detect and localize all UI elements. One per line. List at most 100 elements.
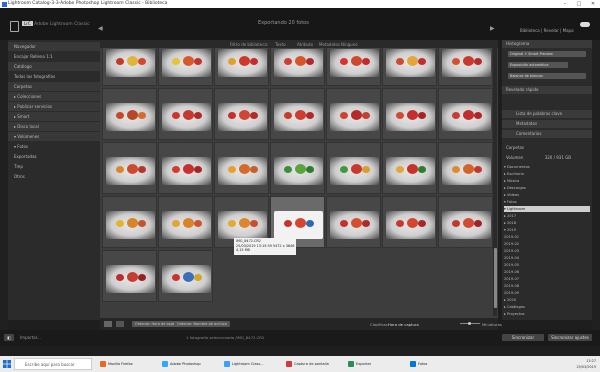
star-rating[interactable]: · · · · · [285,188,298,192]
photo-thumbnail-cell[interactable]: · · · · · [382,88,437,140]
keyword-list-header[interactable]: Lista de palabras clave [502,110,592,118]
filter-item[interactable]: Filtro de biblioteca: [230,42,268,47]
panel-toggle-button[interactable]: ◧ [4,334,14,341]
left-panel-row[interactable]: Navegador [8,42,100,51]
preview-status-field[interactable]: Original + Smart Preview [508,51,586,57]
photo-thumbnail[interactable] [330,103,379,131]
photo-thumbnail-cell[interactable]: · · · · · [158,88,213,140]
left-panel-row[interactable]: ▾ Fotos [8,142,100,151]
folder-tree-item[interactable]: ▾ Lightroom [504,206,590,212]
folder-tree-item[interactable]: ▸ Escritorio [504,171,590,177]
photo-thumbnail-cell[interactable]: · · · · · [214,142,269,194]
photo-thumbnail[interactable] [218,103,267,131]
photo-thumbnail[interactable] [274,49,323,77]
photo-thumbnail[interactable] [162,265,211,293]
left-panel-row[interactable]: ▸ Disco local [8,122,100,131]
star-rating[interactable]: · · · · · [341,80,354,84]
star-rating[interactable]: · · · · · [453,242,466,246]
photo-thumbnail[interactable] [442,211,491,239]
folder-tree-item[interactable]: 2019-04 [504,255,590,261]
minimize-button[interactable]: – [558,0,572,8]
sync-button[interactable]: Sincronizar [502,334,544,341]
taskbar-app[interactable]: Lightroom Class... [224,358,263,370]
photo-thumbnail-cell[interactable]: · · · · · [326,142,381,194]
star-rating[interactable]: · · · · · [285,80,298,84]
star-rating[interactable]: · · · · · [229,80,242,84]
photo-thumbnail[interactable] [162,49,211,77]
left-panel-row[interactable]: Carpetas [8,82,100,91]
photo-thumbnail[interactable] [106,103,155,131]
photo-grid[interactable]: · · · · · · · · · · · · · · · · · · · · · · … [100,40,498,318]
windows-start-icon[interactable] [3,360,11,368]
star-rating[interactable]: · · · · · [285,134,298,138]
folder-tree-item[interactable]: 2019-02 [504,241,590,247]
star-rating[interactable]: · · · · · [173,242,186,246]
folder-tree-item[interactable]: 2019-09 [504,290,590,296]
grid-scrollbar[interactable] [493,48,497,316]
photo-thumbnail-cell[interactable]: · · · · · [438,142,493,194]
white-balance-field[interactable]: Balance de blancos [508,73,586,79]
photo-thumbnail[interactable] [106,157,155,185]
photo-thumbnail-cell[interactable]: · · · · · [326,88,381,140]
photo-thumbnail[interactable] [274,157,323,185]
star-rating[interactable]: · · · · · [173,296,186,300]
photo-thumbnail[interactable] [442,103,491,131]
filter-item[interactable]: Atributo [297,42,313,47]
import-link[interactable]: Importar... [20,335,41,340]
folder-tree-item[interactable]: 2019-05 [504,262,590,268]
photo-thumbnail-cell[interactable]: · · · · · [438,196,493,248]
left-panel-row[interactable]: ▾ Volúmenes [8,132,100,141]
folder-tree-item[interactable]: ▸ Vídeos [504,192,590,198]
folder-tree-item[interactable]: ▸ 2020 [504,297,590,303]
photo-thumbnail[interactable] [106,265,155,293]
left-panel-row[interactable]: Tmp [8,162,100,171]
cloud-sync-icon[interactable] [580,22,590,27]
photo-thumbnail-cell[interactable]: · · · · · [102,142,157,194]
left-panel-row[interactable]: Exportadas [8,152,100,161]
auto-exposure-field[interactable]: Exposición automática [508,62,568,68]
star-rating[interactable]: · · · · · [117,80,130,84]
star-rating[interactable]: · · · · · [173,134,186,138]
taskbar-app[interactable]: Captura de pantalla [286,358,329,370]
folder-tree-item[interactable]: ▸ Catálogos [504,304,590,310]
photo-thumbnail[interactable] [386,103,435,131]
photo-thumbnail[interactable] [274,103,323,131]
taskbar-app[interactable]: Adobe Photoshop [162,358,201,370]
photo-thumbnail[interactable] [106,211,155,239]
photo-thumbnail[interactable] [162,157,211,185]
photo-thumbnail[interactable] [386,157,435,185]
module-picker[interactable]: Biblioteca | Revelar | Mapa [520,28,574,33]
photo-thumbnail[interactable] [386,211,435,239]
folder-tree-item[interactable]: ▾ 2019 [504,227,590,233]
photo-thumbnail-cell[interactable]: · · · · · [382,142,437,194]
taskbar-search-input[interactable]: Escribe aquí para buscar [14,358,92,370]
folder-tree-item[interactable]: 2019-08 [504,283,590,289]
star-rating[interactable]: · · · · · [117,296,130,300]
system-tray-clock[interactable]: 13:27 25/03/2019 [576,358,596,370]
star-rating[interactable]: · · · · · [173,80,186,84]
photo-thumbnail[interactable] [218,211,267,239]
histogram-header[interactable]: Histograma [502,40,592,48]
taskbar-app[interactable]: Mozilla Firefox [100,358,133,370]
folder-tree-item[interactable]: ▾ Fotos [504,199,590,205]
photo-thumbnail[interactable] [162,103,211,131]
quick-develop-header[interactable]: Revelado rápido [502,86,592,94]
filter-item[interactable]: Metadatos [319,42,340,47]
star-rating[interactable]: · · · · · [397,134,410,138]
photo-thumbnail-cell[interactable]: · · · · · [158,142,213,194]
right-panel-toggle-icon[interactable]: ▶ [490,25,495,32]
left-panel-row[interactable]: Encajar Relleno 1:1 [8,52,100,61]
photo-thumbnail-cell[interactable]: · · · · · [270,142,325,194]
star-rating[interactable]: · · · · · [341,242,354,246]
star-rating[interactable]: · · · · · [173,188,186,192]
photo-thumbnail[interactable] [442,157,491,185]
photo-thumbnail[interactable] [386,49,435,77]
left-panel-row[interactable]: Todas las fotografías [8,72,100,81]
thumbnail-size-handle[interactable] [468,322,471,325]
left-panel-row[interactable]: ▸ Smart [8,112,100,121]
photo-thumbnail-cell[interactable]: · · · · · [158,250,213,302]
star-rating[interactable]: · · · · · [453,134,466,138]
photo-thumbnail-cell[interactable]: · · · · · [102,88,157,140]
grid-scrollbar-thumb[interactable] [493,248,497,308]
filter-item[interactable]: Texto [275,42,286,47]
